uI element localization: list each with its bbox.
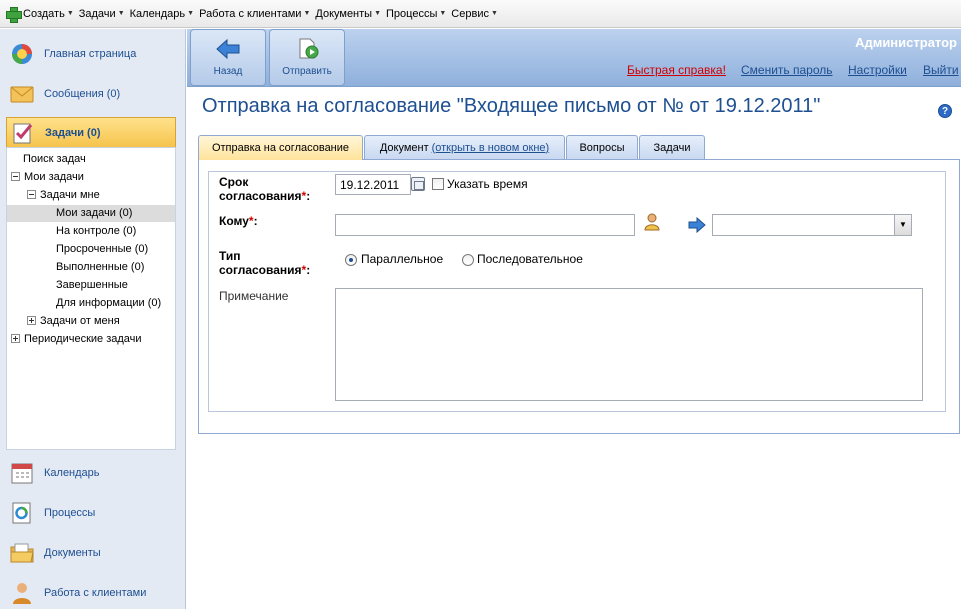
- sidebar-item-messages[interactable]: Сообщения (0): [0, 75, 186, 113]
- recipient-input[interactable]: [335, 214, 635, 236]
- back-button[interactable]: Назад: [190, 29, 266, 86]
- task-tree: Поиск задач Мои задачи Задачи мне Мои за…: [6, 147, 176, 450]
- envelope-icon: [10, 86, 34, 103]
- user-picker-icon[interactable]: [644, 213, 662, 231]
- arrow-right-icon[interactable]: [688, 217, 706, 233]
- task-clipboard-icon: [13, 123, 33, 144]
- current-user: Администратор: [855, 35, 957, 50]
- deadline-label: Срок согласования*:: [219, 175, 311, 203]
- expand-icon[interactable]: [27, 315, 36, 325]
- toolbar: Назад Отправить Администратор Быстрая сп…: [187, 29, 961, 87]
- calendar-picker-icon[interactable]: [411, 177, 425, 191]
- send-document-icon: [299, 38, 319, 59]
- sidebar: Главная страница Сообщения (0) Задачи (0…: [0, 29, 186, 609]
- collapse-icon[interactable]: [27, 189, 36, 199]
- sidebar-item-home[interactable]: Главная страница: [0, 35, 186, 73]
- menu-tasks[interactable]: Задачи ▼: [79, 8, 125, 20]
- menu-processes[interactable]: Процессы ▼: [386, 8, 446, 20]
- sequential-radio[interactable]: [462, 254, 474, 266]
- settings-link[interactable]: Настройки: [848, 63, 907, 77]
- tab-approval[interactable]: Отправка на согласование: [198, 135, 363, 160]
- sidebar-item-processes[interactable]: Процессы: [0, 494, 186, 532]
- expand-icon[interactable]: [11, 333, 20, 343]
- tab-questions[interactable]: Вопросы: [566, 135, 638, 159]
- approval-type-label: Тип согласования*:: [219, 249, 311, 277]
- plus-icon: [6, 6, 22, 23]
- quick-help-link[interactable]: Быстрая справка!: [627, 63, 726, 77]
- process-icon: [12, 502, 31, 524]
- tree-item-done[interactable]: Выполненные (0): [56, 259, 144, 276]
- sidebar-item-calendar[interactable]: Календарь: [0, 454, 186, 492]
- dropdown-arrow-icon: ▼: [117, 10, 125, 17]
- send-button[interactable]: Отправить: [269, 29, 345, 86]
- tree-item-on-control[interactable]: На контроле (0): [56, 223, 136, 240]
- menu-calendar[interactable]: Календарь ▼: [130, 8, 194, 20]
- parallel-radio[interactable]: [345, 254, 357, 266]
- note-textarea[interactable]: [335, 288, 923, 401]
- tree-item-overdue[interactable]: Просроченные (0): [56, 241, 148, 258]
- menu-clients[interactable]: Работа с клиентами ▼: [199, 8, 310, 20]
- folder-icon: [10, 543, 34, 563]
- tree-item-completed[interactable]: Завершенные: [56, 277, 128, 294]
- calendar-icon: [11, 463, 33, 484]
- tab-tasks[interactable]: Задачи: [639, 135, 705, 159]
- dropdown-arrow-icon: ▼: [66, 10, 74, 17]
- sidebar-item-documents[interactable]: Документы: [0, 534, 186, 572]
- tree-item-search-tasks[interactable]: Поиск задач: [23, 151, 86, 168]
- tree-item-for-info[interactable]: Для информации (0): [56, 295, 161, 312]
- dropdown-arrow-icon: ▼: [374, 10, 382, 17]
- show-time-label: Указать время: [447, 177, 528, 191]
- chevron-down-icon[interactable]: ▼: [894, 215, 911, 235]
- sidebar-item-tasks[interactable]: Задачи (0): [6, 117, 176, 149]
- tree-item-tasks-from-me[interactable]: Задачи от меня: [27, 313, 120, 330]
- tree-item-periodic[interactable]: Периодические задачи: [11, 331, 142, 348]
- recipient-group-select[interactable]: ▼: [712, 214, 912, 236]
- menu-documents[interactable]: Документы ▼: [315, 8, 381, 20]
- main-menu-bar: Создать ▼ Задачи ▼ Календарь ▼ Работа с кли…: [0, 0, 961, 28]
- dropdown-arrow-icon: ▼: [187, 10, 195, 17]
- collapse-icon[interactable]: [11, 171, 20, 181]
- clients-icon: [13, 583, 31, 604]
- dropdown-arrow-icon: ▼: [490, 10, 498, 17]
- tree-item-my-tasks-count[interactable]: Мои задачи (0): [7, 205, 175, 222]
- change-password-link[interactable]: Сменить пароль: [741, 63, 833, 77]
- help-icon[interactable]: ?: [938, 104, 952, 118]
- menu-service[interactable]: Сервис ▼: [451, 8, 498, 20]
- open-in-new-window-link[interactable]: (открыть в новом окне): [432, 142, 550, 154]
- dropdown-arrow-icon: ▼: [439, 10, 447, 17]
- show-time-checkbox[interactable]: [432, 178, 444, 190]
- logout-link[interactable]: Выйти: [923, 63, 959, 77]
- sidebar-item-clients[interactable]: Работа с клиентами: [0, 574, 186, 609]
- tree-item-my-tasks[interactable]: Мои задачи: [11, 169, 84, 186]
- dropdown-arrow-icon: ▼: [303, 10, 311, 17]
- page-title: Отправка на согласование "Входящее письм…: [202, 95, 821, 117]
- tab-document[interactable]: Документ (открыть в новом окне): [364, 135, 565, 159]
- menu-create[interactable]: Создать ▼: [6, 6, 74, 23]
- home-icon: [12, 44, 32, 64]
- parallel-option-label: Параллельное: [361, 252, 444, 266]
- sequential-option-label: Последовательное: [477, 252, 583, 266]
- deadline-date-input[interactable]: [335, 174, 411, 195]
- back-arrow-icon: [216, 38, 240, 60]
- note-label: Примечание: [219, 289, 289, 303]
- recipient-label: Кому*:: [219, 214, 258, 228]
- tree-item-tasks-to-me[interactable]: Задачи мне: [27, 187, 100, 204]
